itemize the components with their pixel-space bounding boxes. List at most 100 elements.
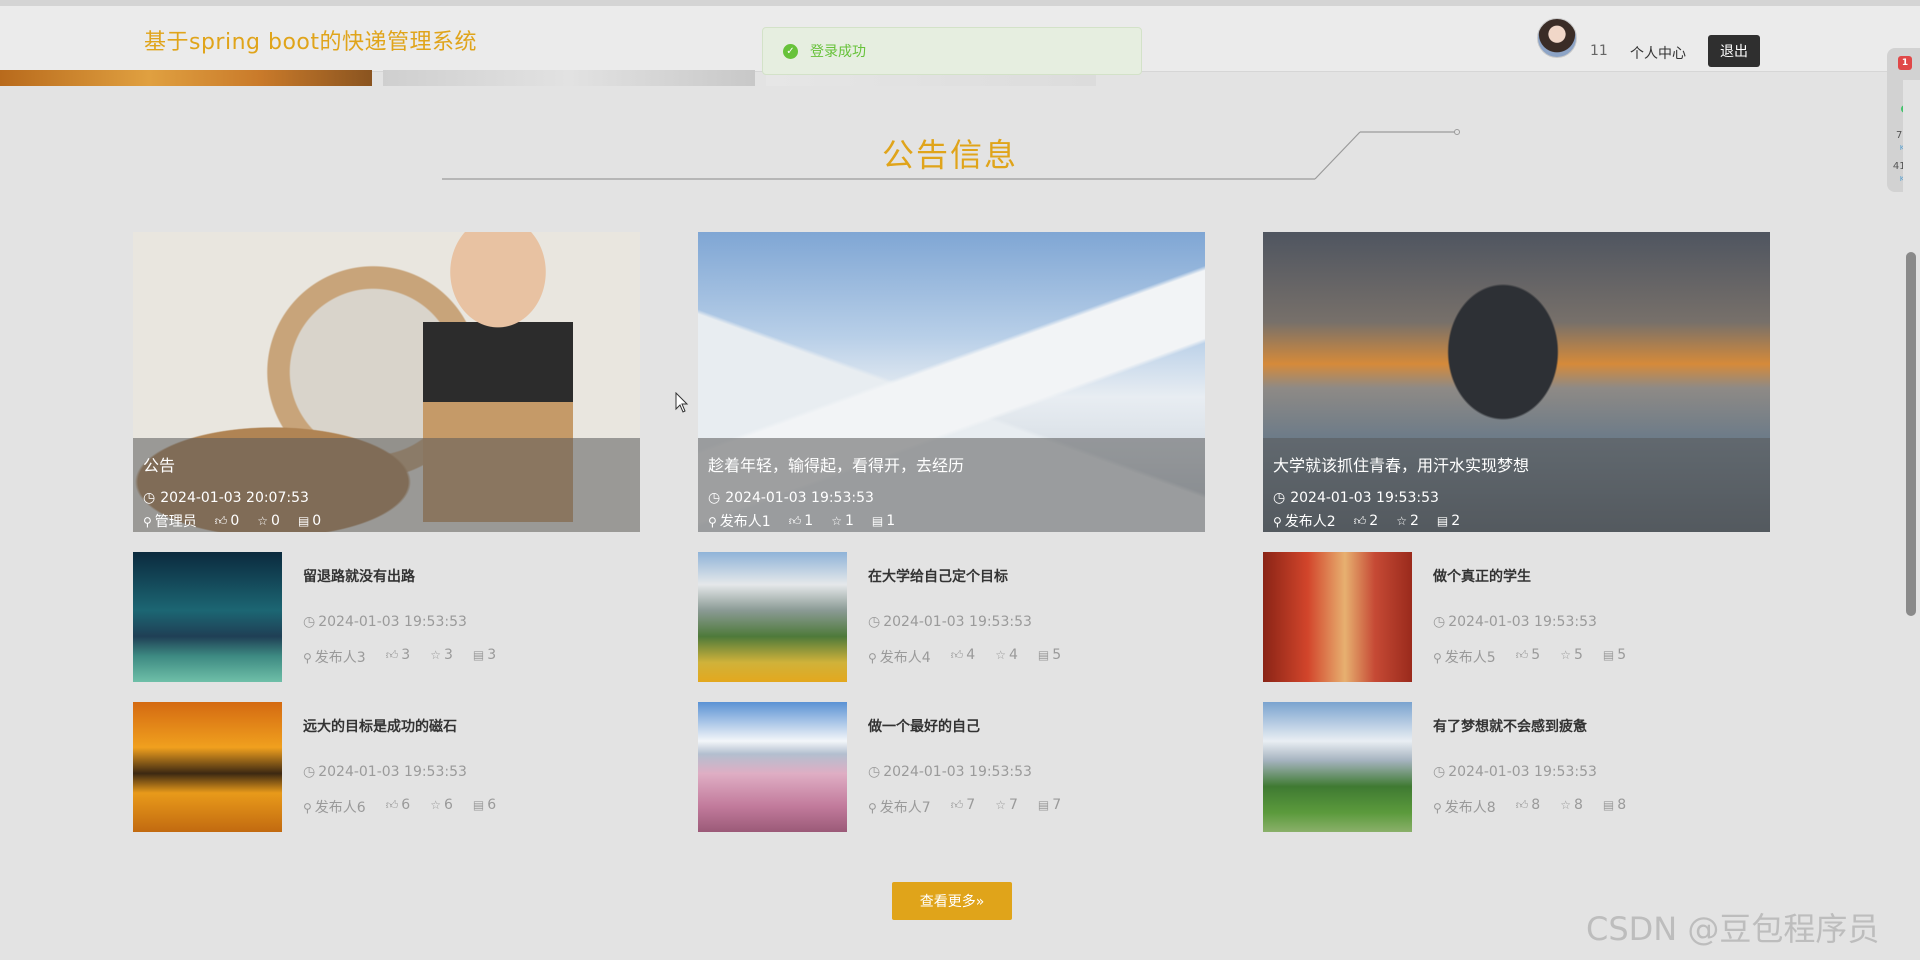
- user-icon: ⚲: [868, 801, 877, 815]
- comment-icon: ▤: [1602, 648, 1615, 662]
- comment-icon: ▤: [1037, 648, 1050, 662]
- item-stars: 5: [1573, 647, 1583, 663]
- clock-icon: ◷: [1433, 614, 1446, 630]
- item-date: 2024-01-03 19:53:53: [1448, 764, 1597, 780]
- watermark: CSDN @豆包程序员: [1586, 910, 1880, 948]
- clock-icon: ◷: [868, 764, 881, 780]
- banner-slide-1[interactable]: [0, 70, 372, 86]
- item-date: 2024-01-03 19:53:53: [883, 614, 1032, 630]
- thumbs-up-icon: 👍︎: [950, 648, 964, 662]
- user-center-link[interactable]: 个人中心: [1630, 43, 1686, 63]
- star-icon: ☆: [995, 798, 1006, 812]
- feature-card[interactable]: 趁着年轻，输得起，看得开，去经历 ◷ 2024-01-03 19:53:53 ⚲ 发…: [698, 232, 1205, 532]
- item-author: 发布人5: [1444, 650, 1496, 666]
- item-title[interactable]: 做一个最好的自己: [868, 716, 980, 736]
- feature-title: 大学就该抓住青春，用汗水实现梦想: [1273, 456, 1530, 475]
- feature-comments: 0: [312, 513, 322, 529]
- feature-date: 2024-01-03 20:07:53: [160, 490, 309, 506]
- thumbs-up-icon: 👍︎: [950, 798, 964, 812]
- view-more-button[interactable]: 查看更多»: [892, 882, 1012, 920]
- list-item[interactable]: 留退路就没有出路 ◷ 2024-01-03 19:53:53 ⚲ 发布人3 👍︎ 3 …: [133, 552, 573, 682]
- clock-icon: ◷: [303, 764, 316, 780]
- item-stars: 7: [1008, 797, 1018, 813]
- item-comments: 3: [487, 647, 497, 663]
- item-thumbnail[interactable]: [133, 552, 282, 682]
- success-toast: ✓ 登录成功: [762, 27, 1142, 75]
- user-icon: ⚲: [143, 515, 152, 529]
- feature-likes: 0: [230, 513, 240, 529]
- banner-slide-2[interactable]: [383, 70, 755, 86]
- feature-stars: 1: [844, 513, 854, 529]
- comment-icon: ▤: [871, 514, 884, 528]
- feature-author: 管理员: [154, 514, 197, 530]
- feature-date: 2024-01-03 19:53:53: [725, 490, 874, 506]
- item-stars: 3: [443, 647, 453, 663]
- item-comments: 6: [487, 797, 497, 813]
- feature-author: 发布人2: [1284, 514, 1336, 530]
- list-item[interactable]: 做一个最好的自己 ◷ 2024-01-03 19:53:53 ⚲ 发布人7 👍︎ 7 …: [698, 702, 1138, 832]
- user-icon: ⚲: [868, 651, 877, 665]
- feature-stars: 2: [1409, 513, 1419, 529]
- thumbs-up-icon: 👍︎: [788, 514, 802, 528]
- list-item[interactable]: 有了梦想就不会感到疲惫 ◷ 2024-01-03 19:53:53 ⚲ 发布人8 👍…: [1263, 702, 1703, 832]
- item-thumbnail[interactable]: [133, 702, 282, 832]
- user-icon: ⚲: [303, 801, 312, 815]
- user-icon: ⚲: [1433, 651, 1442, 665]
- item-title[interactable]: 远大的目标是成功的磁石: [303, 716, 457, 736]
- thumbs-up-icon: 👍︎: [385, 798, 399, 812]
- feature-card[interactable]: 大学就该抓住青春，用汗水实现梦想 ◷ 2024-01-03 19:53:53 ⚲ 发…: [1263, 232, 1770, 532]
- item-likes: 4: [966, 647, 976, 663]
- item-stars: 8: [1573, 797, 1583, 813]
- feature-card[interactable]: 公告 ◷ 2024-01-03 20:07:53 ⚲ 管理员 👍︎ 0 ☆ 0 ▤ 0: [133, 232, 640, 532]
- list-item[interactable]: 远大的目标是成功的磁石 ◷ 2024-01-03 19:53:53 ⚲ 发布人6 👍…: [133, 702, 573, 832]
- clock-icon: ◷: [1433, 764, 1446, 780]
- notification-badge: 1: [1898, 56, 1912, 70]
- item-author: 发布人3: [314, 650, 366, 666]
- item-title[interactable]: 做个真正的学生: [1433, 566, 1531, 586]
- section-title: 公告信息: [881, 136, 1018, 174]
- list-item[interactable]: 做个真正的学生 ◷ 2024-01-03 19:53:53 ⚲ 发布人5 👍︎ 5 ☆…: [1263, 552, 1703, 682]
- feature-date: 2024-01-03 19:53:53: [1290, 490, 1439, 506]
- feature-stars: 0: [271, 513, 280, 529]
- item-likes: 3: [401, 647, 411, 663]
- user-icon: ⚲: [708, 515, 717, 529]
- item-title[interactable]: 有了梦想就不会感到疲惫: [1433, 716, 1587, 736]
- item-author: 发布人8: [1444, 800, 1496, 816]
- feature-overlay: 公告 ◷ 2024-01-03 20:07:53 ⚲ 管理员 👍︎ 0 ☆ 0 ▤ 0: [133, 438, 640, 532]
- item-author: 发布人6: [314, 800, 366, 816]
- item-title[interactable]: 在大学给自己定个目标: [868, 566, 1008, 586]
- avatar[interactable]: [1537, 18, 1577, 58]
- item-likes: 7: [966, 797, 976, 813]
- item-comments: 7: [1052, 797, 1062, 813]
- site-title[interactable]: 基于spring boot的快递管理系统: [144, 24, 477, 56]
- item-thumbnail[interactable]: [1263, 702, 1412, 832]
- clock-icon: ◷: [303, 614, 316, 630]
- thumbs-up-icon: 👍︎: [1515, 798, 1529, 812]
- username: 11: [1590, 43, 1608, 59]
- item-author: 发布人4: [879, 650, 931, 666]
- item-comments: 5: [1617, 647, 1627, 663]
- item-comments: 8: [1617, 797, 1627, 813]
- feature-overlay: 大学就该抓住青春，用汗水实现梦想 ◷ 2024-01-03 19:53:53 ⚲ 发…: [1263, 438, 1770, 532]
- item-likes: 8: [1531, 797, 1541, 813]
- mouse-cursor-icon: [675, 392, 689, 413]
- item-thumbnail[interactable]: [1263, 552, 1412, 682]
- feature-overlay: 趁着年轻，输得起，看得开，去经历 ◷ 2024-01-03 19:53:53 ⚲ 发…: [698, 438, 1205, 532]
- item-thumbnail[interactable]: [698, 702, 847, 832]
- clock-icon: ◷: [143, 490, 156, 506]
- item-stars: 6: [443, 797, 453, 813]
- item-date: 2024-01-03 19:53:53: [318, 614, 467, 630]
- user-icon: ⚲: [303, 651, 312, 665]
- list-item[interactable]: 在大学给自己定个目标 ◷ 2024-01-03 19:53:53 ⚲ 发布人4 👍︎…: [698, 552, 1138, 682]
- feature-comments: 1: [886, 513, 896, 529]
- item-stars: 4: [1008, 647, 1018, 663]
- item-title[interactable]: 留退路就没有出路: [303, 566, 415, 586]
- user-icon: ⚲: [1433, 801, 1442, 815]
- logout-button[interactable]: 退出: [1708, 35, 1760, 67]
- item-date: 2024-01-03 19:53:53: [1448, 614, 1597, 630]
- item-thumbnail[interactable]: [698, 552, 847, 682]
- scrollbar-thumb[interactable]: [1906, 252, 1916, 616]
- comment-icon: ▤: [472, 648, 485, 662]
- user-icon: ⚲: [1273, 515, 1282, 529]
- comment-icon: ▤: [297, 514, 310, 528]
